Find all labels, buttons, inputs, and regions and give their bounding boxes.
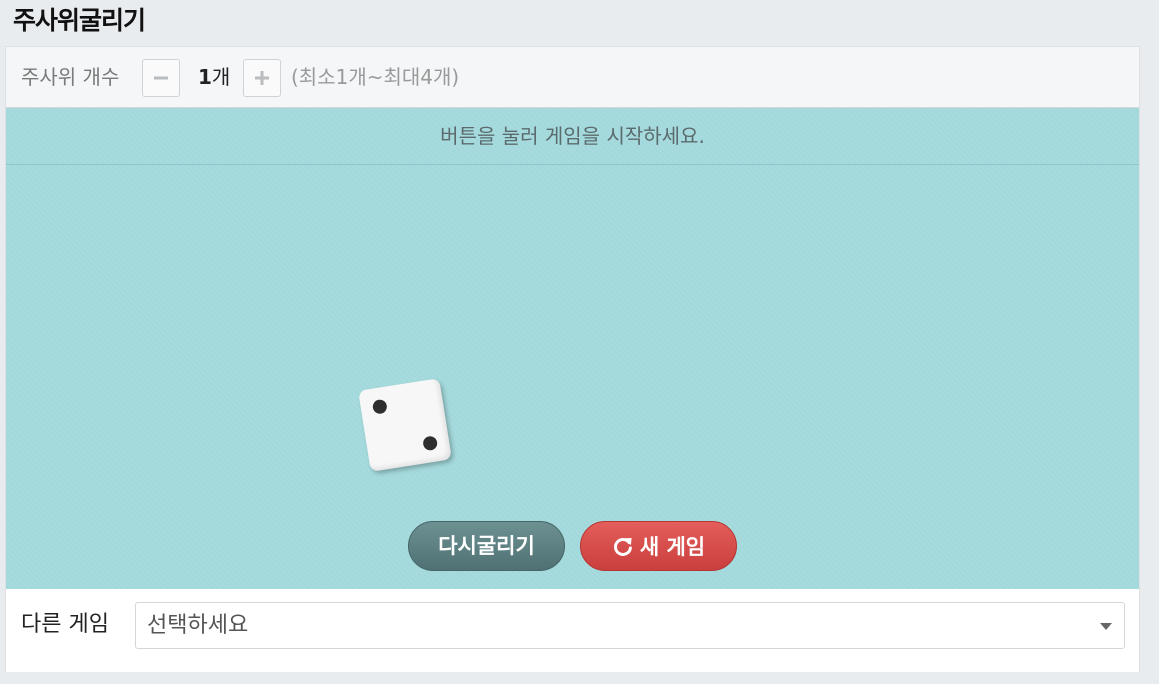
new-game-label: 새 게임 [639,535,706,559]
die [358,378,452,472]
decrease-dice-button[interactable] [142,59,180,97]
other-game-row: 다른 게임 선택하세요 [6,589,1139,672]
die-pip [422,435,439,452]
dice-range-note: (최소1개~최대4개) [291,65,460,89]
dice-count-controls: 주사위 개수 1개 (최소1개~최대4개) [6,47,1139,108]
dice-game-panel: 주사위 개수 1개 (최소1개~최대4개) 버튼을 눌러 게임을 시작하세요. … [5,46,1140,672]
other-game-label: 다른 게임 [21,612,109,637]
chevron-down-icon [1100,623,1112,630]
reroll-button[interactable]: 다시굴리기 [408,521,565,571]
plus-icon [255,71,269,85]
minus-icon [154,76,168,80]
board-message: 버튼을 눌러 게임을 시작하세요. [6,108,1139,165]
page-title: 주사위굴리기 [13,6,146,35]
dice-board: 버튼을 눌러 게임을 시작하세요. 다시굴리기 새 게임 [6,108,1139,589]
new-game-button[interactable]: 새 게임 [580,521,737,571]
dice-count-label: 주사위 개수 [21,65,120,89]
die-pip [371,398,388,415]
increase-dice-button[interactable] [243,59,281,97]
other-game-select[interactable]: 선택하세요 [135,602,1125,649]
select-value: 선택하세요 [147,613,249,638]
refresh-icon [613,537,632,556]
dice-count-value: 1개 [198,65,231,89]
